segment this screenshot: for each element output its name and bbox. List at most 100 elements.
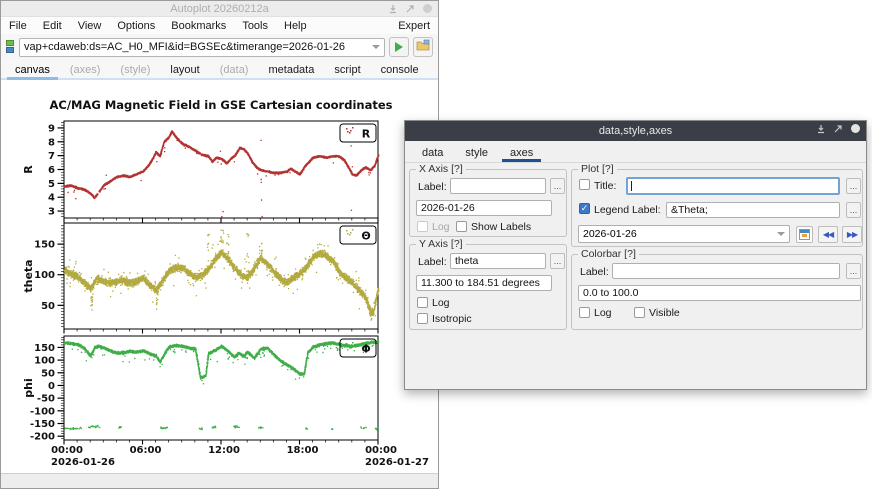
legend-more-button[interactable]: ... — [846, 202, 861, 218]
timerange-combobox[interactable]: 2026-01-26 — [578, 225, 790, 243]
chevron-down-icon[interactable] — [777, 232, 785, 236]
chevron-down-icon[interactable] — [372, 45, 380, 49]
isotropic-checkbox[interactable] — [417, 313, 428, 324]
svg-text:50: 50 — [41, 368, 55, 379]
tab-script[interactable]: script — [324, 61, 370, 78]
svg-text:Θ: Θ — [361, 230, 370, 243]
colorbar-log-label: Log — [594, 307, 612, 319]
prev-interval-button[interactable]: ◀◀ — [818, 226, 838, 243]
go-button[interactable] — [389, 37, 409, 57]
y-label-more-button[interactable]: ... — [550, 253, 565, 269]
uri-combobox[interactable]: vap+cdaweb:ds=AC_H0_MFI&id=BGSEc&timeran… — [19, 38, 385, 57]
menu-tools[interactable]: Tools — [234, 19, 276, 33]
x-axis-group: X Axis [?] Label: ... 2026-01-26 Log Sho… — [409, 169, 567, 237]
y-log-checkbox[interactable] — [417, 297, 428, 308]
visible-checkbox[interactable] — [634, 307, 645, 318]
timerange-picker-button[interactable] — [796, 226, 813, 243]
svg-text:3: 3 — [48, 207, 55, 218]
dialog-title: data,style,axes — [599, 125, 672, 137]
status-bar — [1, 473, 438, 488]
y-label-input[interactable]: theta — [450, 253, 546, 269]
open-file-button[interactable] — [413, 37, 433, 57]
tab-console[interactable]: console — [371, 61, 429, 78]
close-icon[interactable] — [850, 123, 861, 134]
pin-icon[interactable] — [388, 4, 398, 14]
menu-bookmarks[interactable]: Bookmarks — [163, 19, 234, 33]
tab-canvas[interactable]: canvas — [5, 61, 60, 78]
legend-label-input[interactable]: &Theta; — [666, 202, 840, 218]
svg-text:9: 9 — [48, 123, 55, 134]
colorbar-group: Colorbar [?] Label: ... 0.0 to 100.0 Log… — [571, 254, 863, 330]
tab-style[interactable]: (style) — [110, 61, 160, 78]
maximize-icon[interactable] — [833, 124, 843, 134]
svg-text:2026-01-27: 2026-01-27 — [365, 457, 429, 468]
axes-dialog: data,style,axes data style axes X Axis [… — [404, 120, 867, 390]
menu-view[interactable]: View — [70, 19, 110, 33]
dialog-tab-axes[interactable]: axes — [499, 143, 544, 162]
y-range-input[interactable]: 11.300 to 184.51 degrees — [416, 275, 552, 291]
plot-group: Plot [?] Title: ... ✓ Legend Label: &The… — [571, 169, 863, 247]
colorbar-range-input[interactable]: 0.0 to 100.0 — [578, 285, 861, 301]
svg-text:7: 7 — [48, 151, 55, 162]
main-titlebar[interactable]: Autoplot 20260212a — [1, 1, 438, 17]
plot-canvas[interactable]: AC/MAG Magnetic Field in GSE Cartesian c… — [1, 81, 438, 474]
x-label-more-button[interactable]: ... — [550, 178, 565, 194]
x-log-label: Log — [432, 221, 450, 233]
svg-text:50: 50 — [41, 301, 55, 312]
x-label-input[interactable] — [450, 178, 546, 194]
svg-text:AC/MAG Magnetic Field in GSE: AC/MAG Magnetic Field in GSE Cartesian c… — [50, 98, 393, 112]
colorbar-label-input[interactable] — [612, 263, 840, 279]
double-left-arrow-icon: ◀◀ — [823, 230, 833, 239]
uri-input[interactable]: vap+cdaweb:ds=AC_H0_MFI&id=BGSEc&timeran… — [24, 41, 368, 53]
tab-data[interactable]: (data) — [210, 61, 259, 78]
plot-group-title: Plot [?] — [578, 163, 617, 175]
tab-metadata[interactable]: metadata — [258, 61, 324, 78]
svg-text:18:00: 18:00 — [287, 445, 319, 456]
pin-icon[interactable] — [816, 124, 826, 134]
plot-title-input[interactable] — [626, 177, 840, 195]
legend-label-checkbox[interactable]: ✓ — [579, 203, 590, 214]
text-caret — [631, 181, 632, 191]
expert-menu[interactable]: Expert — [398, 20, 430, 32]
show-labels-checkbox[interactable] — [456, 221, 467, 232]
svg-text:8: 8 — [48, 137, 55, 148]
colorbar-group-title: Colorbar [?] — [578, 248, 639, 260]
menu-file[interactable]: File — [9, 19, 35, 33]
svg-text:06:00: 06:00 — [130, 445, 162, 456]
dialog-tab-data[interactable]: data — [411, 143, 454, 162]
magnetic-field-plot[interactable]: AC/MAG Magnetic Field in GSE Cartesian c… — [1, 81, 438, 474]
x-label-caption: Label: — [418, 181, 447, 193]
svg-text:00:00: 00:00 — [365, 445, 397, 456]
svg-text:theta: theta — [22, 259, 35, 292]
svg-text:-150: -150 — [30, 419, 55, 430]
svg-text:100: 100 — [34, 270, 55, 281]
menu-edit[interactable]: Edit — [35, 19, 70, 33]
x-log-checkbox[interactable] — [417, 221, 428, 232]
plot-title-more-button[interactable]: ... — [846, 178, 861, 194]
menu-help[interactable]: Help — [276, 19, 315, 33]
svg-text:phi: phi — [22, 378, 35, 397]
colorbar-log-checkbox[interactable] — [579, 307, 590, 318]
svg-text:R: R — [22, 165, 35, 174]
maximize-icon[interactable] — [405, 4, 415, 14]
close-icon[interactable] — [422, 3, 433, 14]
legend-caption: Legend Label: — [594, 204, 661, 216]
x-range-input[interactable]: 2026-01-26 — [416, 200, 552, 216]
menu-options[interactable]: Options — [109, 19, 163, 33]
colorbar-more-button[interactable]: ... — [846, 263, 861, 279]
title-checkbox[interactable] — [579, 179, 590, 190]
calendar-icon — [799, 229, 810, 240]
svg-text:R: R — [362, 128, 371, 141]
colorbar-label-caption: Label: — [580, 266, 609, 278]
address-bar: vap+cdaweb:ds=AC_H0_MFI&id=BGSEc&timeran… — [1, 34, 438, 60]
tab-layout[interactable]: layout — [160, 61, 209, 78]
dialog-tabbar: data style axes — [405, 141, 866, 163]
dialog-tab-style[interactable]: style — [454, 143, 499, 162]
play-icon — [395, 42, 403, 52]
dialog-titlebar[interactable]: data,style,axes — [405, 121, 866, 141]
tab-axes[interactable]: (axes) — [60, 61, 111, 78]
next-interval-button[interactable]: ▶▶ — [842, 226, 862, 243]
svg-text:150: 150 — [34, 240, 55, 251]
isotropic-label: Isotropic — [432, 313, 472, 325]
x-axis-group-title: X Axis [?] — [416, 163, 466, 175]
